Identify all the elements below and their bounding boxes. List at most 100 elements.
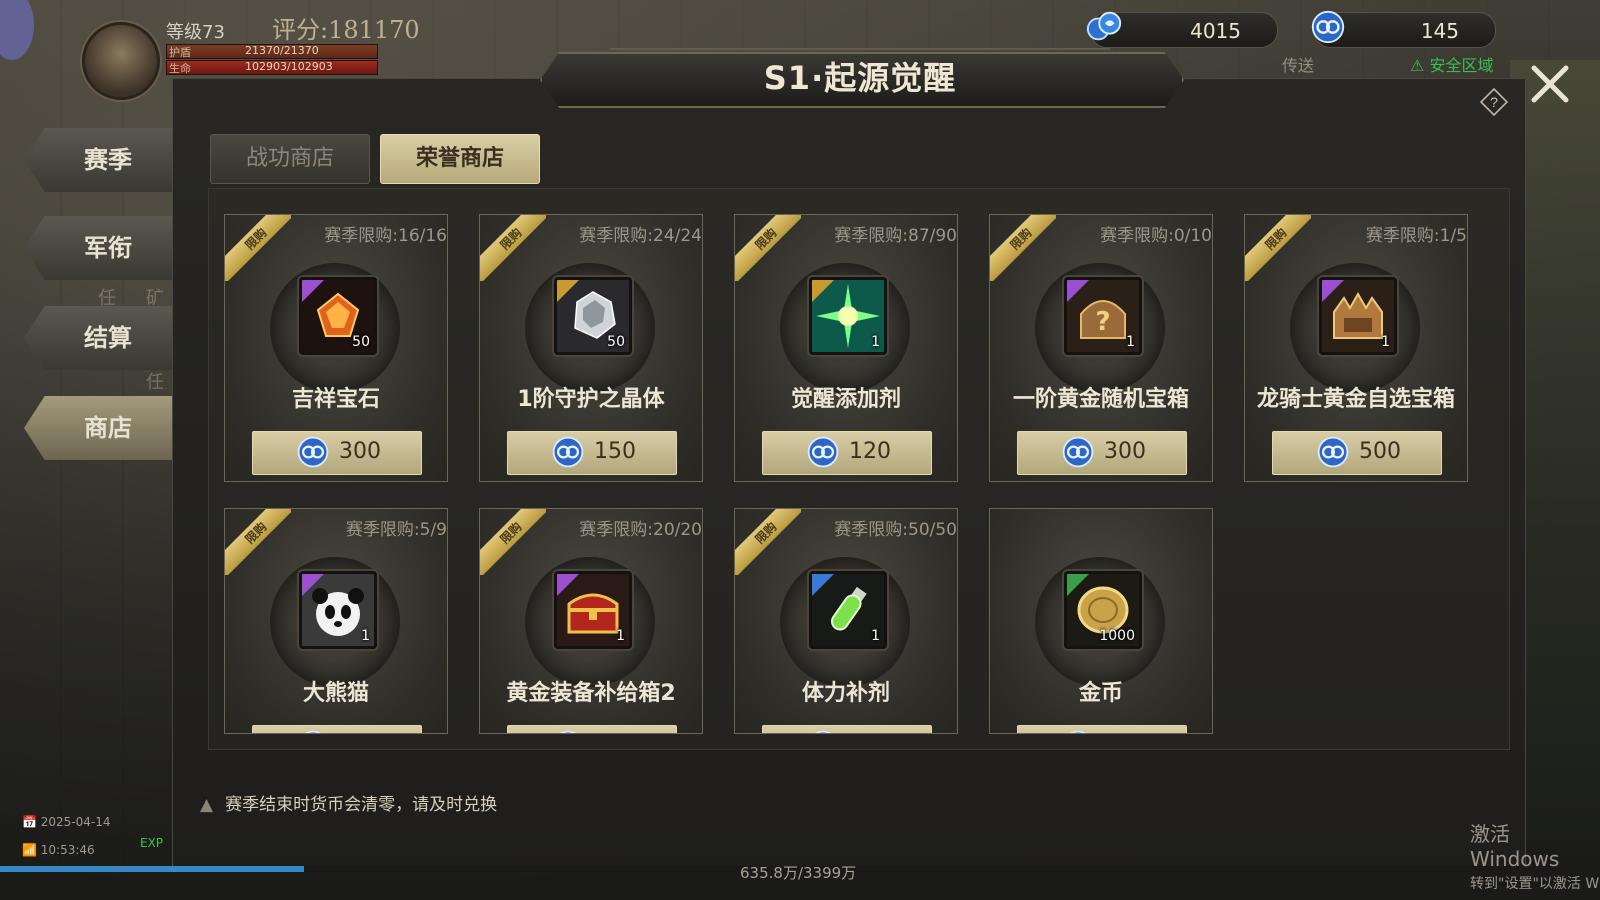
help-icon[interactable]: ? (1480, 88, 1508, 116)
honor-coin-icon (814, 730, 832, 733)
item-name: 体力补剂 (801, 681, 890, 706)
windows-watermark: 激活 Windows 转到"设置"以激活 W (1470, 822, 1600, 892)
honor-coin-icon (559, 730, 577, 733)
item-name: 黄金装备补给箱2 (506, 681, 676, 706)
limited-badge: 限购 (480, 215, 546, 281)
item-slot[interactable]: 50 (554, 277, 632, 355)
shop-item-card[interactable]: 限购 赛季限购:87/90 1 觉醒添加剂 120 (734, 214, 958, 482)
avatar[interactable] (82, 22, 160, 100)
buy-button[interactable]: 120 (762, 431, 932, 475)
item-slot[interactable]: 1 (554, 571, 632, 649)
rarity-marker (557, 574, 579, 596)
shop-item-card[interactable]: 限购 赛季限购:1/5 1 龙骑士黄金自选宝箱 500 (1244, 214, 1468, 482)
close-icon[interactable] (1528, 62, 1572, 106)
rarity-marker (302, 574, 324, 596)
rarity-marker (1067, 574, 1089, 596)
purchase-limit: 赛季限购:16/16 (324, 226, 447, 246)
purchase-limit: 赛季限购:87/90 (834, 226, 957, 246)
shop-item-card[interactable]: 限购 赛季限购:24/24 50 1阶守护之晶体 150 (479, 214, 703, 482)
buy-button[interactable]: 150 (507, 431, 677, 475)
item-price: 300 (1104, 439, 1146, 464)
page-title: S1·起源觉醒 (763, 59, 957, 97)
item-name: 龙骑士黄金自选宝箱 (1256, 387, 1455, 412)
buy-button[interactable] (507, 725, 677, 733)
item-name: 金币 (1078, 681, 1123, 706)
sidebar-item-rank[interactable]: 军衔 (24, 216, 172, 280)
rarity-marker (1067, 280, 1089, 302)
item-quantity: 1 (1126, 334, 1135, 350)
item-name: 一阶黄金随机宝箱 (1012, 387, 1189, 412)
tab-honor-shop[interactable]: 荣誉商店 (380, 134, 540, 184)
honor-coin-icon (304, 730, 322, 733)
currency-blue-coin: 4015 (1086, 11, 1278, 48)
rarity-marker (557, 280, 579, 302)
season-warning: ▲ 赛季结束时货币会清零，请及时兑换 (200, 795, 498, 815)
shop-item-card[interactable]: 1000 金币 (989, 508, 1213, 734)
svg-text:?: ? (1490, 94, 1498, 110)
item-slot[interactable]: 1 (299, 571, 377, 649)
honor-coin-icon (552, 436, 584, 468)
item-quantity: 50 (607, 334, 625, 350)
limited-badge: 限购 (225, 215, 291, 281)
sidebar-item-settlement[interactable]: 结算 (24, 306, 172, 370)
item-slot[interactable]: 1 (809, 277, 887, 355)
limited-badge: 限购 (735, 215, 801, 281)
item-slot[interactable]: 1 (809, 571, 887, 649)
limited-badge: 限购 (480, 509, 546, 575)
shop-item-card[interactable]: 限购 赛季限购:0/10? 1 一阶黄金随机宝箱 300 (989, 214, 1213, 482)
buy-button[interactable]: 300 (252, 431, 422, 475)
sidebar-item-season[interactable]: 赛季 (24, 128, 172, 192)
honor-coin-icon (807, 436, 839, 468)
svg-text:?: ? (1095, 307, 1110, 337)
buy-button[interactable]: 500 (1272, 431, 1442, 475)
item-quantity: 1000 (1099, 628, 1135, 644)
limited-badge: 限购 (225, 509, 291, 575)
clock-widget: 📅 2025-04-14 📶 10:53:46 (22, 815, 111, 857)
rarity-marker (302, 280, 324, 302)
currency-honor-coin: 145 (1311, 10, 1496, 48)
life-value: 102903/102903 (245, 60, 333, 73)
shop-item-card[interactable]: 限购 赛季限购:50/50 1 体力补剂 (734, 508, 958, 734)
rarity-marker (812, 574, 834, 596)
purchase-limit: 赛季限购:5/9 (345, 520, 447, 540)
item-quantity: 50 (352, 334, 370, 350)
honor-coin-icon (1311, 10, 1345, 44)
item-name: 大熊猫 (302, 681, 369, 706)
item-quantity: 1 (361, 628, 370, 644)
shield-value: 21370/21370 (245, 44, 319, 57)
item-slot[interactable]: 50 (299, 277, 377, 355)
sidebar-fragment: 任 (146, 372, 164, 393)
honor-coin-icon (1062, 436, 1094, 468)
menu-orb-icon[interactable] (0, 0, 34, 60)
currency-amount: 145 (1420, 19, 1459, 43)
safe-zone-label: ⚠ 安全区域 (1410, 56, 1494, 75)
player-level: 等级73 (166, 22, 225, 43)
shop-item-card[interactable]: 限购 赛季限购:5/9 1 大熊猫 (224, 508, 448, 734)
tab-merit-shop[interactable]: 战功商店 (210, 134, 370, 184)
buy-button[interactable] (1017, 725, 1187, 733)
buy-button[interactable]: 300 (1017, 431, 1187, 475)
buy-button[interactable] (252, 725, 422, 733)
buy-button[interactable] (762, 725, 932, 733)
shop-item-card[interactable]: 限购 赛季限购:20/20 1 黄金装备补给箱2 (479, 508, 703, 734)
rarity-marker (1322, 280, 1344, 302)
item-slot[interactable]: 1000 (1064, 571, 1142, 649)
item-slot[interactable]: ? 1 (1064, 277, 1142, 355)
item-name: 觉醒添加剂 (790, 387, 901, 412)
purchase-limit: 赛季限购:20/20 (579, 520, 702, 540)
honor-coin-icon (297, 436, 329, 468)
honor-coin-icon (1069, 730, 1087, 733)
item-price: 300 (339, 439, 381, 464)
limited-badge: 限购 (1245, 215, 1311, 281)
shop-item-card[interactable]: 限购 赛季限购:16/16 50 吉祥宝石 300 (224, 214, 448, 482)
item-slot[interactable]: 1 (1319, 277, 1397, 355)
teleport-label[interactable]: 传送 (1282, 52, 1314, 76)
sidebar-item-shop[interactable]: 商店 (24, 396, 172, 460)
item-name: 吉祥宝石 (291, 387, 380, 412)
currency-amount: 4015 (1190, 19, 1241, 43)
exp-label: EXP (140, 836, 164, 850)
shield-bar: 护盾 21370/21370 (166, 44, 378, 59)
item-price: 120 (849, 439, 891, 464)
exp-bar-fill (0, 866, 304, 872)
title-ornament (610, 24, 1110, 50)
